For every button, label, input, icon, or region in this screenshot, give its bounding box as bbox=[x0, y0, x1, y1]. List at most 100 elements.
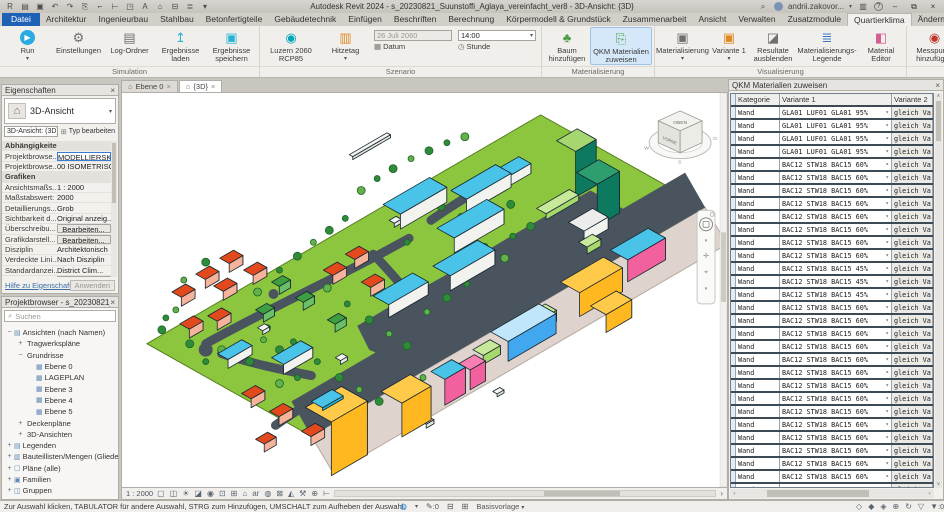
user-menu-arrow[interactable]: ▾ bbox=[849, 3, 852, 10]
ribbon-tab[interactable]: Architektur bbox=[40, 13, 93, 26]
reveal-constraints-icon[interactable]: ⊢ bbox=[323, 489, 330, 498]
add-tree-button[interactable]: ♣ Baum hinzufügen bbox=[544, 27, 590, 65]
tree-item[interactable]: ▦ LAGEPLAN bbox=[2, 372, 118, 383]
ribbon-tab[interactable]: Zusammenarbeit bbox=[617, 13, 693, 26]
property-row[interactable]: Abhängigkeiten bbox=[2, 141, 111, 151]
tree-item[interactable]: + ▤ Legenden bbox=[2, 440, 118, 451]
tree-item[interactable]: ▦ Ebene 0 bbox=[2, 361, 118, 372]
design-option-select[interactable]: Basisvorlage ▾ bbox=[476, 502, 524, 511]
tree-item[interactable]: − Grundrisse bbox=[2, 350, 118, 361]
property-row[interactable]: Grafikdarstell... Bearbeiten... bbox=[2, 235, 111, 245]
scroll-right-icon[interactable]: › bbox=[720, 489, 723, 498]
revit-logo[interactable]: R bbox=[4, 1, 16, 12]
material-row[interactable]: Wand BAC12 STW18 BAC15 45%▾ gleich Var 1 bbox=[731, 289, 933, 302]
worksets-icon[interactable]: ◇ bbox=[856, 502, 862, 511]
temporary-view-icon[interactable]: ⊠ bbox=[276, 489, 283, 498]
filter-count[interactable]: :0 bbox=[938, 504, 944, 511]
visual-style-icon[interactable]: ▢ bbox=[157, 489, 165, 498]
variante1-dropdown[interactable]: BAC12 STW18 BAC15 60%▾ bbox=[780, 250, 892, 261]
qkm-vertical-scrollbar[interactable]: ∧∨ bbox=[935, 93, 942, 488]
variante1-dropdown[interactable]: BAC12 STW18 BAC15 60%▾ bbox=[780, 159, 892, 170]
variante1-dropdown[interactable]: BAC12 STW18 BAC15 60%▾ bbox=[780, 328, 892, 339]
variante1-dropdown[interactable]: BAC12 STW18 BAC15 60%▾ bbox=[780, 211, 892, 222]
redo-icon[interactable]: ↷ bbox=[64, 1, 76, 12]
tree-expander[interactable]: + bbox=[16, 340, 25, 347]
render-icon[interactable]: ◉ bbox=[207, 489, 214, 498]
property-row[interactable]: Grafiken bbox=[2, 172, 111, 182]
type-selector[interactable]: ⌂ 3D-Ansicht ▾ bbox=[4, 98, 116, 124]
ribbon-tab[interactable]: Körpermodell & Grundstück bbox=[500, 13, 616, 26]
main-model-icon[interactable]: ⊞ bbox=[462, 502, 469, 511]
variante1-dropdown[interactable]: BAC12 STW18 BAC15 60%▾ bbox=[780, 341, 892, 352]
select-pinned-icon[interactable]: ↻ bbox=[905, 502, 912, 511]
variante1-dropdown[interactable]: BAC12 STW18 BAC15 60%▾ bbox=[780, 432, 892, 443]
variante1-dropdown[interactable]: BAC12 STW18 BAC15 45%▾ bbox=[780, 263, 892, 274]
properties-scrollbar[interactable] bbox=[111, 141, 117, 277]
material-row[interactable]: Wand BAC12 STW18 BAC15 60%▾ gleich Var 1 bbox=[731, 406, 933, 419]
tree-expander[interactable]: + bbox=[5, 465, 14, 472]
material-row[interactable]: Wand BAC12 STW18 BAC15 60%▾ gleich Var 1 bbox=[731, 341, 933, 354]
variante1-dropdown[interactable]: BAC12 STW18 BAC15 45%▾ bbox=[780, 276, 892, 287]
worksharing-icon[interactable]: ⚒ bbox=[299, 489, 306, 498]
variant-button[interactable]: ▣ Variante 1▾ bbox=[708, 27, 750, 65]
variante1-dropdown[interactable]: BAC12 STW18 BAC15 60%▾ bbox=[780, 419, 892, 430]
filter-icon[interactable]: ▼ bbox=[930, 502, 938, 511]
material-row[interactable]: Wand BAC12 STW18 BAC15 60%▾ gleich Var 1 bbox=[731, 393, 933, 406]
assign-qkm-materials-button[interactable]: ⎘ QKM Materialien zuweisen bbox=[590, 27, 652, 65]
material-editor-button[interactable]: ◧ Material Editor bbox=[858, 27, 904, 65]
detail-level-icon[interactable]: ◫ bbox=[170, 489, 178, 498]
variante1-dropdown[interactable]: BAC12 STW18 BAC15 60%▾ bbox=[780, 393, 892, 404]
ribbon-tab[interactable]: Einfügen bbox=[342, 13, 388, 26]
qkm-horizontal-scrollbar[interactable]: ‹› bbox=[730, 489, 934, 498]
ribbon-tab[interactable]: Zusatzmodule bbox=[782, 13, 847, 26]
app-store-icon[interactable]: ▥ bbox=[857, 1, 869, 12]
variante1-dropdown[interactable]: BAC12 STW18 BAC15 60%▾ bbox=[780, 302, 892, 313]
project-browser-close-icon[interactable]: × bbox=[110, 298, 115, 307]
climate-scenario-button[interactable]: ◉ Luzern 2060 RCP85 bbox=[262, 27, 320, 65]
viewport-horizontal-scrollbar[interactable] bbox=[334, 490, 716, 497]
tree-expander[interactable]: − bbox=[5, 329, 14, 336]
material-row[interactable]: Wand BAC12 STW18 BAC15 60%▾ gleich Var 1 bbox=[731, 380, 933, 393]
ribbon-tab[interactable]: Stahlbau bbox=[154, 13, 200, 26]
material-row[interactable]: Wand BAC12 STW18 BAC15 60%▾ gleich Var 1 bbox=[731, 445, 933, 458]
view-tab[interactable]: ⌂ Ebene 0 × bbox=[121, 80, 178, 92]
variante1-dropdown[interactable]: GLA01 LUF01 GLA01 95%▾ bbox=[780, 107, 892, 118]
model-icon[interactable]: ◍ bbox=[400, 502, 407, 511]
variante1-dropdown[interactable]: BAC12 STW18 BAC15 60%▾ bbox=[780, 458, 892, 469]
material-row[interactable]: Wand BAC12 STW18 BAC15 60%▾ gleich Var 1 bbox=[731, 224, 933, 237]
drag-elements-icon[interactable]: ▽ bbox=[918, 502, 924, 511]
tree-item[interactable]: − ▤ Ansichten (nach Namen) bbox=[2, 327, 118, 338]
select-links-icon[interactable]: ◈ bbox=[880, 502, 886, 511]
tree-expander[interactable]: − bbox=[16, 352, 25, 359]
ar-icon[interactable]: ar bbox=[252, 489, 259, 498]
log-folder-button[interactable]: ▤ Log-Ordner bbox=[104, 27, 155, 65]
tree-item[interactable]: + Deckenpläne bbox=[2, 417, 118, 428]
material-row[interactable]: Wand BAC12 STW18 BAC15 60%▾ gleich Var 1 bbox=[731, 484, 933, 488]
view-tab-close-icon[interactable]: × bbox=[166, 82, 170, 91]
material-row[interactable]: Wand BAC12 STW18 BAC15 60%▾ gleich Var 1 bbox=[731, 198, 933, 211]
print-icon[interactable]: ⎘ bbox=[79, 1, 91, 12]
signed-in-user[interactable]: andrii.zakovor... bbox=[788, 2, 844, 11]
material-row[interactable]: Wand GLA01 LUF01 GLA01 95%▾ gleich Var 1 bbox=[731, 133, 933, 146]
open-icon[interactable]: ▤ bbox=[19, 1, 31, 12]
tree-item[interactable]: ▦ Ebene 4 bbox=[2, 395, 118, 406]
variante1-dropdown[interactable]: BAC12 STW18 BAC15 60%▾ bbox=[780, 380, 892, 391]
property-row[interactable]: Detaillierungs... Grob bbox=[2, 203, 111, 213]
property-row[interactable]: Sichtbarkeit d... Original anzeig... bbox=[2, 214, 111, 224]
heat-day-menu-arrow[interactable]: ▾ bbox=[344, 55, 347, 63]
worksets-dropdown-arrow[interactable]: ▾ bbox=[415, 503, 418, 510]
viewport-vertical-scrollbar[interactable] bbox=[720, 93, 727, 487]
hour-input[interactable]: 14:00▾ bbox=[458, 30, 536, 41]
variant-menu-arrow[interactable]: ▾ bbox=[727, 55, 730, 63]
scale-control[interactable]: 1 : 2000 bbox=[126, 489, 153, 498]
ribbon-tab[interactable]: Verwalten bbox=[732, 13, 781, 26]
property-row[interactable]: Projektbrowse... 00 ISOMETRISCH bbox=[2, 162, 111, 172]
tree-item[interactable]: + ▣ Familien bbox=[2, 474, 118, 485]
minimize-button[interactable]: – bbox=[888, 2, 902, 11]
view-tab[interactable]: ⌂ {3D} × bbox=[179, 80, 223, 92]
measure-icon[interactable]: ⌐ bbox=[94, 1, 106, 12]
user-avatar[interactable] bbox=[774, 2, 783, 11]
tree-expander[interactable]: + bbox=[5, 487, 14, 494]
material-row[interactable]: Wand BAC12 STW18 BAC15 60%▾ gleich Var 1 bbox=[731, 185, 933, 198]
property-row[interactable]: Verdeckte Lini... Nach Disziplin bbox=[2, 255, 111, 265]
